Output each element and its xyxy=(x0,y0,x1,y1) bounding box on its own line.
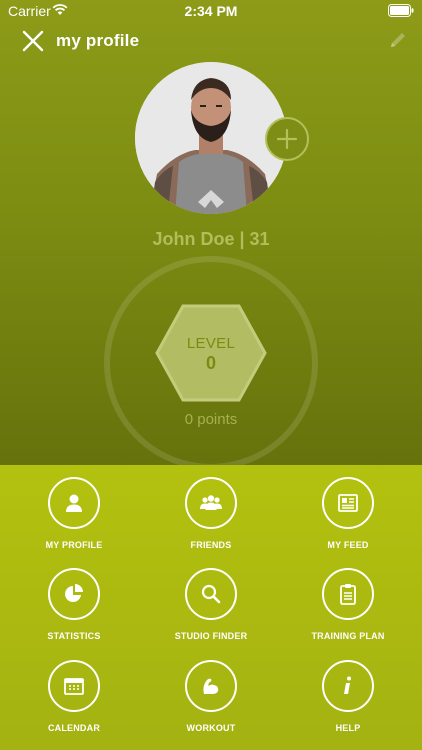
battery-icon xyxy=(388,4,414,17)
menu-item-statistics[interactable]: STATISTICS xyxy=(4,556,144,646)
menu-circle xyxy=(322,660,374,712)
level-label: LEVEL xyxy=(186,335,236,352)
add-photo-button[interactable] xyxy=(265,117,309,161)
profile-header-area: Carrier 2:34 PM my profile John Doe | 31… xyxy=(0,0,422,465)
person-icon xyxy=(66,494,82,512)
menu-label: WORKOUT xyxy=(186,723,236,733)
calendar-icon xyxy=(64,678,84,695)
points-text: 0 points xyxy=(184,411,238,428)
menu-circle xyxy=(322,477,374,529)
menu-item-my-feed[interactable]: MY FEED xyxy=(278,465,418,555)
menu-label: STATISTICS xyxy=(47,631,101,641)
menu-label: TRAINING PLAN xyxy=(311,631,385,641)
menu-circle xyxy=(185,477,237,529)
menu-circle xyxy=(48,568,100,620)
menu-item-help[interactable]: HELP xyxy=(278,648,418,738)
menu-label: MY FEED xyxy=(327,540,369,550)
bicep-icon xyxy=(203,678,219,694)
user-name: John Doe | 31 xyxy=(152,229,270,249)
status-time: 2:34 PM xyxy=(184,3,238,19)
menu-item-friends[interactable]: FRIENDS xyxy=(141,465,281,555)
menu-circle xyxy=(185,660,237,712)
pencil-icon[interactable] xyxy=(388,30,408,50)
friends-icon xyxy=(200,495,222,510)
level-value: 0 xyxy=(205,353,216,373)
menu-label: STUDIO FINDER xyxy=(174,631,248,641)
menu-item-calendar[interactable]: CALENDAR xyxy=(4,648,144,738)
menu-circle xyxy=(185,568,237,620)
menu-label: HELP xyxy=(335,723,361,733)
pie-chart-icon xyxy=(65,584,83,602)
page-title: my profile xyxy=(56,31,140,50)
menu-label: MY PROFILE xyxy=(45,540,103,550)
search-icon xyxy=(201,584,221,604)
info-icon xyxy=(344,676,351,694)
menu-label: FRIENDS xyxy=(190,540,232,550)
menu-circle xyxy=(48,477,100,529)
plus-icon xyxy=(276,128,298,150)
menu-item-training-plan[interactable]: TRAINING PLAN xyxy=(278,556,418,646)
main-menu: MY PROFILE FRIENDS MY FEED STATISTICS ST… xyxy=(0,465,422,750)
status-bar: Carrier 2:34 PM xyxy=(0,0,422,22)
clipboard-icon xyxy=(340,584,356,605)
menu-item-my-profile[interactable]: MY PROFILE xyxy=(4,465,144,555)
menu-label: CALENDAR xyxy=(47,723,101,733)
menu-circle xyxy=(322,568,374,620)
menu-item-workout[interactable]: WORKOUT xyxy=(141,648,281,738)
menu-item-studio-finder[interactable]: STUDIO FINDER xyxy=(141,556,281,646)
close-icon[interactable] xyxy=(22,30,44,52)
newspaper-icon xyxy=(338,494,358,512)
menu-circle xyxy=(48,660,100,712)
